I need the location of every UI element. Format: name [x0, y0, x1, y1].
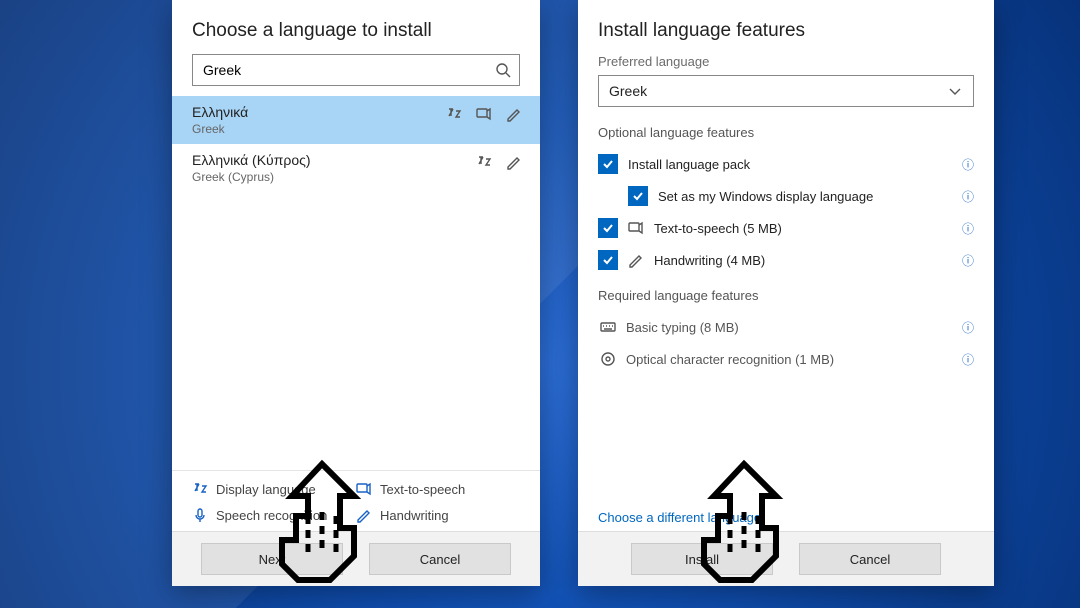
- feature-label: Handwriting (4 MB): [654, 253, 765, 268]
- handwriting-icon: [356, 507, 372, 523]
- cancel-button[interactable]: Cancel: [799, 543, 941, 575]
- handwriting-icon: [506, 154, 522, 170]
- required-features-heading: Required language features: [578, 284, 994, 311]
- dialog-footer: Install Cancel: [578, 531, 994, 586]
- feature-label: Basic typing (8 MB): [626, 320, 739, 335]
- preferred-language-label: Preferred language: [578, 54, 994, 69]
- feature-label: Optical character recognition (1 MB): [626, 352, 834, 367]
- feature-handwriting[interactable]: Handwriting (4 MB) ⓘ: [578, 244, 994, 276]
- choose-different-language-link[interactable]: Choose a different language: [578, 500, 994, 531]
- feature-set-display-language[interactable]: Set as my Windows display language ⓘ: [578, 180, 994, 212]
- feature-label: Set as my Windows display language: [658, 189, 873, 204]
- cancel-button[interactable]: Cancel: [369, 543, 511, 575]
- language-native-name: Ελληνικά (Κύπρος): [192, 152, 520, 168]
- display-language-icon: [192, 481, 208, 497]
- language-list: Ελληνικά Greek Ελληνικά (Κύπρος) Greek (…: [172, 96, 540, 192]
- chevron-down-icon: [947, 83, 963, 99]
- legend-tts: Text-to-speech: [356, 481, 520, 497]
- install-button[interactable]: Install: [631, 543, 773, 575]
- checkbox-checked[interactable]: [598, 250, 618, 270]
- speech-recognition-icon: [192, 507, 208, 523]
- language-english-name: Greek: [192, 122, 520, 136]
- feature-ocr: Optical character recognition (1 MB) ⓘ: [578, 343, 994, 375]
- legend-display: Display language: [192, 481, 356, 497]
- dialog-title: Choose a language to install: [172, 0, 540, 54]
- feature-install-language-pack[interactable]: Install language pack ⓘ: [578, 148, 994, 180]
- legend-speech: Speech recognition: [192, 507, 356, 523]
- ocr-icon: [600, 351, 616, 367]
- feature-label: Text-to-speech (5 MB): [654, 221, 782, 236]
- keyboard-icon: [600, 319, 616, 335]
- handwriting-icon: [628, 252, 644, 268]
- handwriting-icon: [506, 106, 522, 122]
- checkbox-checked[interactable]: [598, 154, 618, 174]
- info-icon[interactable]: ⓘ: [962, 156, 974, 173]
- language-search-input[interactable]: [201, 61, 495, 79]
- language-item-greek[interactable]: Ελληνικά Greek: [172, 96, 540, 144]
- display-language-icon: [446, 106, 462, 122]
- feature-basic-typing: Basic typing (8 MB) ⓘ: [578, 311, 994, 343]
- text-to-speech-icon: [628, 220, 644, 236]
- choose-language-dialog: Choose a language to install Ελληνικά Gr…: [172, 0, 540, 586]
- preferred-language-select[interactable]: Greek: [598, 75, 974, 107]
- checkbox-checked[interactable]: [598, 218, 618, 238]
- dialog-title: Install language features: [578, 0, 994, 54]
- language-item-greek-cyprus[interactable]: Ελληνικά (Κύπρος) Greek (Cyprus): [172, 144, 540, 192]
- text-to-speech-icon: [356, 481, 372, 497]
- preferred-language-value: Greek: [609, 83, 647, 99]
- install-language-features-dialog: Install language features Preferred lang…: [578, 0, 994, 586]
- feature-text-to-speech[interactable]: Text-to-speech (5 MB) ⓘ: [578, 212, 994, 244]
- checkbox-checked[interactable]: [628, 186, 648, 206]
- language-search-field[interactable]: [192, 54, 520, 86]
- info-icon[interactable]: ⓘ: [962, 319, 974, 336]
- next-button[interactable]: Next: [201, 543, 343, 575]
- search-icon: [495, 62, 511, 78]
- language-english-name: Greek (Cyprus): [192, 170, 520, 184]
- text-to-speech-icon: [476, 106, 492, 122]
- feature-label: Install language pack: [628, 157, 750, 172]
- info-icon[interactable]: ⓘ: [962, 220, 974, 237]
- feature-legend: Display language Text-to-speech Speech r…: [172, 470, 540, 531]
- display-language-icon: [476, 154, 492, 170]
- info-icon[interactable]: ⓘ: [962, 188, 974, 205]
- info-icon[interactable]: ⓘ: [962, 252, 974, 269]
- info-icon[interactable]: ⓘ: [962, 351, 974, 368]
- required-features-list: Basic typing (8 MB) ⓘ Optical character …: [578, 311, 994, 375]
- dialog-footer: Next Cancel: [172, 531, 540, 586]
- optional-features-heading: Optional language features: [578, 121, 994, 148]
- legend-handwriting: Handwriting: [356, 507, 520, 523]
